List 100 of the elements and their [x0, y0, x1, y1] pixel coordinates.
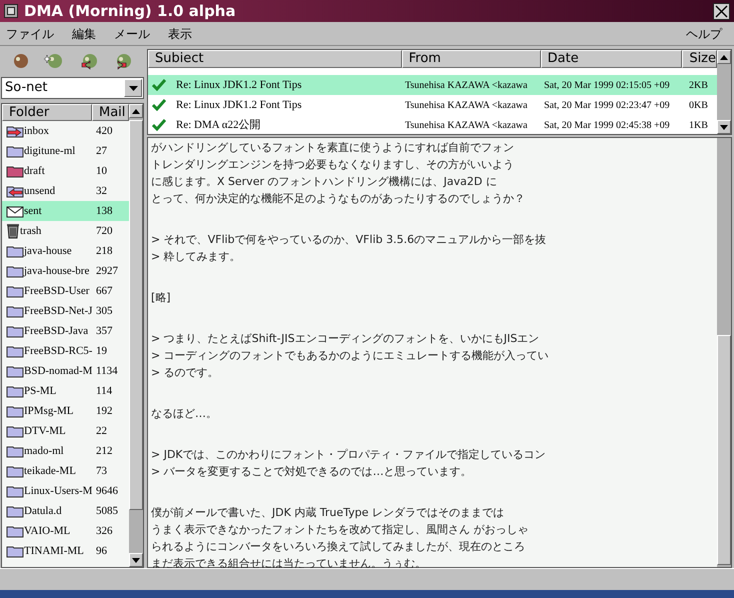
- caret-icon: [128, 86, 138, 90]
- folder-name: java-house: [24, 244, 72, 259]
- body-line: トレンダリングエンジンを持つ必要もなくなりますし、その方がいいよう: [151, 157, 515, 173]
- message-date: Sat, 20 Mar 1999 02:15:05 +09: [544, 78, 671, 92]
- folder-name: PS-ML: [24, 384, 56, 399]
- folder-row[interactable]: FreeBSD-Java 357: [2, 321, 129, 341]
- folder-name: Datula.d: [24, 504, 62, 519]
- folder-name: Linux-Users-M: [24, 484, 92, 499]
- mail-count: 19: [96, 344, 107, 359]
- message-row[interactable]: Re: DMA α22公開 Tsunehisa KAZAWA <kazawa Sat, 20 Mar 1999 02:45:38 +09 1KB: [148, 115, 717, 135]
- folder-icon: [6, 424, 24, 438]
- mail-count: 720: [96, 224, 112, 239]
- scrollbar[interactable]: [129, 104, 143, 567]
- message-row[interactable]: Re: Linux JDK1.2 Font Tips Tsunehisa KAZAWA <kazawa Sat, 20 Mar 1999 02:23:47 +09 0KB: [148, 95, 717, 115]
- folder-row[interactable]: digitune-ml 27: [2, 141, 129, 161]
- body-line: なるほど…。: [151, 406, 218, 422]
- message-subject: Re: DMA α22公開: [176, 118, 261, 133]
- folder-row[interactable]: Datula.d 5085: [2, 501, 129, 521]
- column-header[interactable]: From: [402, 50, 541, 68]
- column-header[interactable]: Folder: [2, 104, 92, 121]
- folder-icon: [6, 404, 24, 418]
- window-menu-icon[interactable]: [4, 4, 18, 18]
- folder-row[interactable]: draft 10: [2, 161, 129, 181]
- folder-name: TINAMI-ML: [24, 544, 84, 559]
- folder-row[interactable]: inbox 420: [2, 121, 129, 141]
- message-row[interactable]: Re: Linux JDK1.2 Font Tips Tsunehisa KAZAWA <kazawa Sat, 20 Mar 1999 02:15:05 +09 2KB: [148, 75, 717, 95]
- body-line: がハンドリングしているフォントを素直に使うようにすれば自前でフォン: [151, 140, 515, 156]
- scroll-up-button[interactable]: [129, 104, 143, 118]
- mail-count: 305: [96, 304, 112, 319]
- message-size: 2KB: [688, 78, 708, 92]
- column-header[interactable]: Size: [682, 50, 717, 68]
- folder-row[interactable]: java-house 218: [2, 241, 129, 261]
- folder-row[interactable]: DTV-ML 22: [2, 421, 129, 441]
- folder-icon: [6, 164, 24, 178]
- folder-name: sent: [24, 204, 42, 219]
- body-line: > 粋してみます。: [151, 249, 242, 265]
- folder-name: java-house-bre: [24, 264, 90, 279]
- folder-row[interactable]: teikade-ML 73: [2, 461, 129, 481]
- body-line: とって、何か決定的な機能不足のようなものがあったりするのでしょうか？: [151, 191, 526, 207]
- mail-count: 5085: [96, 504, 118, 519]
- body-line: > コーディングのフォントでもあるかのようにエミュレートする機能が入ってい: [151, 348, 550, 364]
- folder-name: trash: [20, 224, 42, 239]
- folder-name: IPMsg-ML: [24, 404, 74, 419]
- menu-item[interactable]: 編集: [72, 24, 96, 42]
- message-date: Sat, 20 Mar 1999 02:23:47 +09: [544, 98, 671, 112]
- folder-row[interactable]: trash 720: [2, 221, 129, 241]
- menu-item[interactable]: ファイル: [6, 24, 54, 42]
- body-line: られるようにコンバータをいろいろ換えて試してみましたが、現在のところ: [151, 539, 526, 555]
- scrollbar-thumb[interactable]: [129, 120, 143, 510]
- scrollbar[interactable]: [717, 50, 731, 134]
- folder-row[interactable]: VAIO-ML 326: [2, 521, 129, 541]
- scroll-down-button[interactable]: [717, 120, 731, 134]
- body-line: > それで、VFlibで何をやっているのか、VFlib 3.5.6のマニュアルから一部を抜: [151, 232, 548, 248]
- mail-count: 22: [96, 424, 107, 439]
- trash-icon: [6, 223, 20, 239]
- folder-row[interactable]: sent 138: [2, 201, 129, 221]
- mail-count: 32: [96, 184, 107, 199]
- column-header[interactable]: Mail: [92, 104, 129, 121]
- column-header[interactable]: Subiect: [148, 50, 402, 68]
- folder-row[interactable]: FreeBSD-RC5- 19: [2, 341, 129, 361]
- checkmark-icon: [152, 99, 166, 111]
- folder-name: BSD-nomad-M: [24, 364, 92, 379]
- folder-icon: [6, 304, 24, 318]
- folder-icon: [6, 484, 24, 498]
- folder-name: teikade-ML: [24, 464, 76, 479]
- folder-icon: [6, 504, 24, 518]
- body-line: > JDKでは、このかわりにフォント・プロパティ・ファイルで指定しているコン: [151, 447, 547, 463]
- folder-icon: [6, 384, 24, 398]
- folder-row[interactable]: IPMsg-ML 192: [2, 401, 129, 421]
- folder-row[interactable]: FreeBSD-Net-J 305: [2, 301, 129, 321]
- folder-row[interactable]: unsend 32: [2, 181, 129, 201]
- close-button[interactable]: [713, 2, 730, 20]
- folder-icon: [6, 264, 24, 278]
- folder-name: draft: [24, 164, 45, 179]
- folder-row[interactable]: TINAMI-ML 96: [2, 541, 129, 561]
- account-dropdown[interactable]: So-net: [1, 77, 144, 99]
- folder-row[interactable]: Linux-Users-M 9646: [2, 481, 129, 501]
- scrollbar-thumb[interactable]: [717, 335, 731, 565]
- scroll-up-button[interactable]: [717, 50, 731, 64]
- folder-row[interactable]: PS-ML 114: [2, 381, 129, 401]
- down-arrow-icon: [132, 558, 140, 562]
- menu-item[interactable]: ヘルプ: [686, 24, 722, 42]
- folder-row[interactable]: mado-ml 212: [2, 441, 129, 461]
- column-header[interactable]: Date: [540, 50, 682, 68]
- menu-item[interactable]: 表示: [168, 24, 192, 42]
- body-line: うまく表示できなかったフォントたちを改めて指定し、風間さん がおっしゃ: [151, 522, 530, 538]
- scrollbar[interactable]: [717, 138, 731, 567]
- folder-row[interactable]: java-house-bre 2927: [2, 261, 129, 281]
- folder-row[interactable]: BSD-nomad-M 1134: [2, 361, 129, 381]
- mail-count: 192: [96, 404, 112, 419]
- mail-count: 357: [96, 324, 112, 339]
- folder-icon: [6, 524, 24, 538]
- menu-item[interactable]: メール: [114, 24, 150, 42]
- body-line: > バータを変更することで対処できるのでは…と思っています。: [151, 464, 473, 480]
- message-sender: Tsunehisa KAZAWA <kazawa: [404, 78, 528, 92]
- folder-icon: [6, 284, 24, 298]
- checkmark-icon: [152, 79, 166, 91]
- folder-row[interactable]: FreeBSD-User 667: [2, 281, 129, 301]
- folder-icon: [6, 364, 24, 378]
- scroll-down-button[interactable]: [129, 553, 143, 567]
